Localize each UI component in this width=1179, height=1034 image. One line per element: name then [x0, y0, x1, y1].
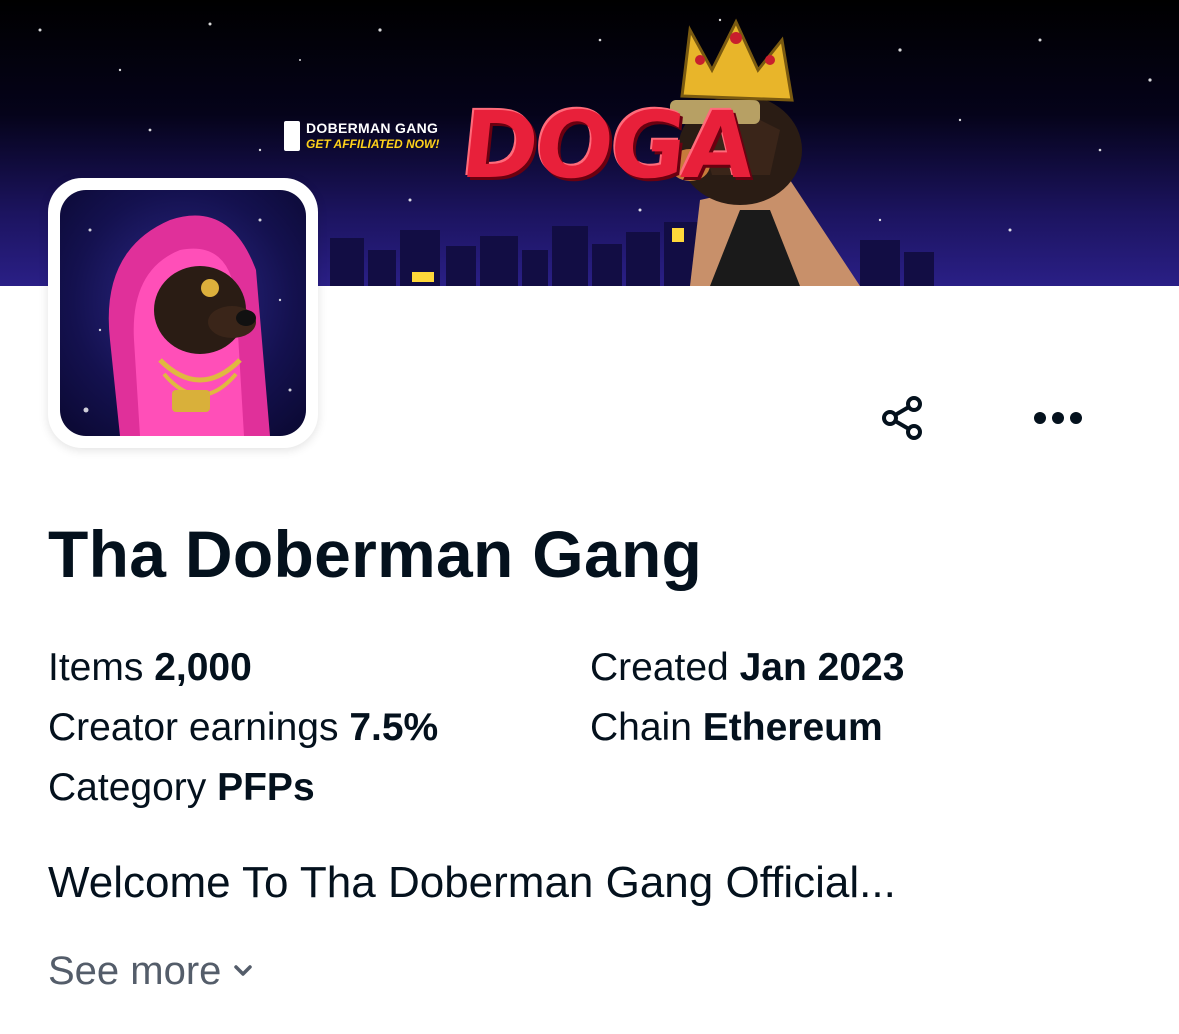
see-more-label: See more — [48, 949, 222, 993]
collection-title: Tha Doberman Gang — [48, 517, 703, 591]
stat-created: Created Jan 2023 — [590, 643, 904, 693]
stat-creator-earnings: Creator earnings 7.5% — [48, 703, 438, 753]
brand-wordmark: DOGA — [456, 92, 757, 199]
stat-category-value: PFPs — [217, 766, 315, 809]
stat-items-value: 2,000 — [154, 646, 252, 689]
stat-chain: Chain Ethereum — [590, 703, 883, 753]
share-button[interactable] — [872, 388, 932, 448]
stat-category-label: Category — [48, 766, 207, 809]
share-icon — [882, 396, 922, 440]
stat-chain-label: Chain — [590, 706, 692, 749]
more-horizontal-icon — [1034, 412, 1082, 424]
brand-name: DOBERMAN GANG — [306, 120, 439, 136]
stat-earnings-value: 7.5% — [349, 706, 439, 749]
see-more-button[interactable]: See more — [48, 946, 255, 996]
stat-category: Category PFPs — [48, 763, 315, 813]
collection-avatar — [60, 190, 306, 436]
brand-cta: GET AFFILIATED NOW! — [306, 137, 440, 151]
avatar-artwork — [83, 215, 292, 436]
collection-description: Welcome To Tha Doberman Gang Official... — [48, 858, 896, 907]
stat-items: Items 2,000 — [48, 643, 252, 693]
brand-logo-icon — [284, 121, 300, 151]
stat-created-label: Created — [590, 646, 729, 689]
more-options-button[interactable] — [1028, 388, 1088, 448]
stat-earnings-label: Creator earnings — [48, 706, 339, 749]
collection-avatar-frame — [48, 178, 318, 448]
chevron-down-icon — [234, 965, 253, 976]
brand-badge: DOBERMAN GANG GET AFFILIATED NOW! — [284, 120, 439, 152]
stat-chain-value: Ethereum — [702, 706, 883, 749]
stat-items-label: Items — [48, 646, 144, 689]
stat-created-value: Jan 2023 — [739, 646, 905, 689]
